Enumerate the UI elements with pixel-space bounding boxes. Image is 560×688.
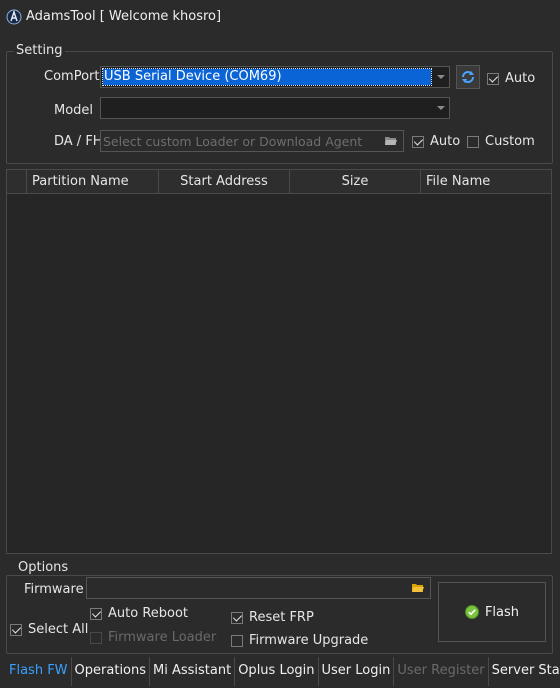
title-bar: AdamsTool [ Welcome khosro] [0,0,560,34]
comport-auto-label: Auto [505,71,536,86]
checkbox-icon [90,607,102,620]
table-header: Partition Name Start Address Size File N… [7,170,551,194]
tab-user-register: User Register [394,657,489,686]
checkbox-icon [10,623,22,636]
tab-operations[interactable]: Operations [71,657,151,686]
bottom-tab-bar: Flash FW Operations Mi Assistant Oplus L… [6,657,560,686]
refresh-icon [462,71,474,83]
chevron-down-icon [437,75,445,79]
tab-oplus-login[interactable]: Oplus Login [235,657,319,686]
select-all-label: Select All [28,622,89,637]
chevron-down-icon [437,106,445,110]
dafh-custom-checkbox[interactable]: Custom [467,134,535,149]
folder-open-icon[interactable] [384,135,398,147]
model-label: Model [54,103,94,118]
window-title: AdamsTool [ Welcome khosro] [26,9,222,24]
dafh-auto-checkbox[interactable]: Auto [412,134,460,149]
checkbox-icon [231,611,243,624]
auto-reboot-label: Auto Reboot [108,606,189,621]
reset-frp-label: Reset FRP [249,610,314,625]
tab-user-login[interactable]: User Login [318,657,395,686]
checkbox-icon [90,631,102,644]
column-header-start-address[interactable]: Start Address [159,170,290,194]
checkbox-icon [487,72,499,85]
flash-button[interactable]: Flash [438,582,546,642]
options-group-label: Options [16,560,71,575]
comport-select[interactable]: USB Serial Device (COM69) [100,66,450,88]
folder-open-icon[interactable] [411,582,425,594]
firmware-loader-label: Firmware Loader [108,630,217,645]
auto-reboot-checkbox[interactable]: Auto Reboot [90,606,188,621]
reset-frp-checkbox[interactable]: Reset FRP [231,610,314,625]
check-circle-icon [464,605,479,619]
dafh-placeholder: Select custom Loader or Download Agent [103,134,363,149]
checkbox-icon [412,135,424,148]
dafh-path-input[interactable]: Select custom Loader or Download Agent [100,130,404,152]
partition-table[interactable]: Partition Name Start Address Size File N… [6,169,552,554]
column-header-partition-name[interactable]: Partition Name [27,170,159,194]
dafh-custom-label: Custom [485,134,535,149]
firmware-path-input[interactable] [86,577,431,599]
table-header-select[interactable] [7,170,27,194]
comport-selected-value: USB Serial Device (COM69) [102,68,432,86]
checkbox-icon [467,135,479,148]
tab-mi-assistant[interactable]: Mi Assistant [150,657,236,686]
model-select[interactable] [100,97,450,119]
tab-server-status[interactable]: Server Status [488,657,560,686]
firmware-label: Firmware [24,582,84,597]
comport-auto-checkbox[interactable]: Auto [487,71,535,86]
tab-flash-fw[interactable]: Flash FW [6,657,72,686]
column-header-file-name[interactable]: File Name [421,170,551,194]
select-all-checkbox[interactable]: Select All [10,622,88,637]
dafh-auto-label: Auto [430,134,461,149]
comport-label: ComPort [44,69,100,84]
flash-button-label: Flash [484,604,520,620]
dafh-label: DA / FH [54,134,103,149]
column-header-size[interactable]: Size [290,170,421,194]
app-logo-icon [6,9,22,25]
firmware-upgrade-label: Firmware Upgrade [249,633,369,648]
checkbox-icon [231,634,243,647]
setting-group-label: Setting [14,43,65,58]
firmware-upgrade-checkbox[interactable]: Firmware Upgrade [231,633,368,648]
refresh-ports-button[interactable] [456,65,480,89]
firmware-loader-checkbox: Firmware Loader [90,630,216,645]
